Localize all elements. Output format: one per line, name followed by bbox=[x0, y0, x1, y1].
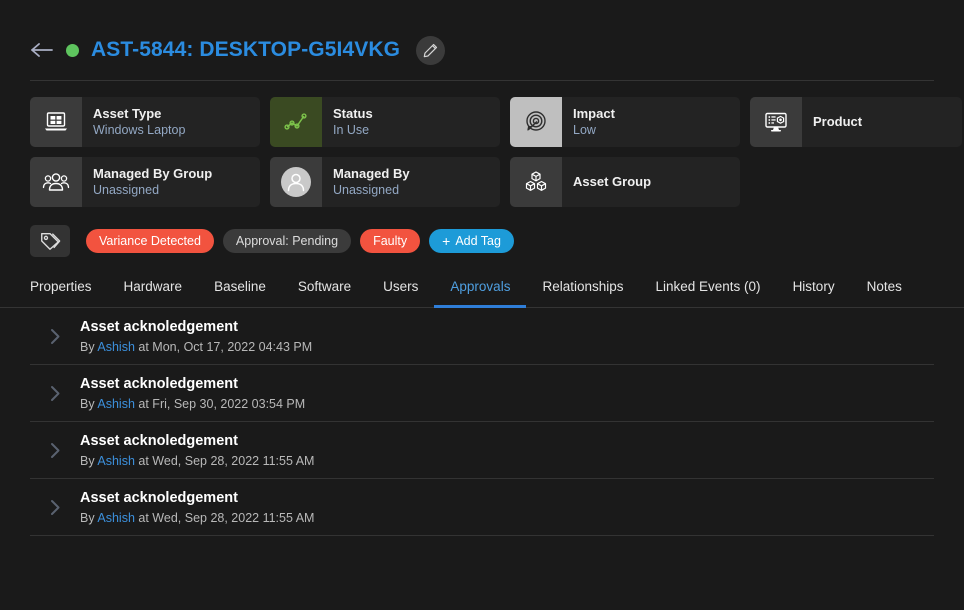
online-status-dot bbox=[66, 43, 79, 57]
approval-item-body: Asset acknoledgement By Ashish at Wed, S… bbox=[80, 489, 314, 526]
card-row-1: Asset Type Windows Laptop Status In Use … bbox=[30, 97, 962, 147]
card-impact[interactable]: Impact Low bbox=[510, 97, 740, 147]
add-tag-label: Add Tag bbox=[455, 234, 501, 248]
approval-meta: By Ashish at Wed, Sep 28, 2022 11:55 AM bbox=[80, 453, 314, 469]
approval-title: Asset acknoledgement bbox=[80, 432, 238, 449]
card-label: Managed By Group bbox=[93, 166, 213, 181]
tag-icon bbox=[30, 225, 70, 257]
tag-variance-detected[interactable]: Variance Detected bbox=[86, 229, 214, 253]
card-asset-group[interactable]: Asset Group bbox=[510, 157, 740, 207]
cubes-icon bbox=[510, 157, 562, 207]
approval-timestamp: at Fri, Sep 30, 2022 03:54 PM bbox=[138, 396, 306, 411]
card-label: Status bbox=[333, 106, 373, 121]
tab-relationships[interactable]: Relationships bbox=[526, 279, 639, 308]
approval-author[interactable]: Ashish bbox=[97, 340, 135, 354]
laptop-icon bbox=[30, 97, 82, 147]
by-prefix: By bbox=[80, 339, 95, 354]
card-asset-type-body: Asset Type Windows Laptop bbox=[82, 97, 185, 147]
card-asset-group-body: Asset Group bbox=[562, 157, 651, 207]
by-prefix: By bbox=[80, 396, 95, 411]
card-label: Asset Group bbox=[573, 174, 652, 189]
tab-linked-events[interactable]: Linked Events (0) bbox=[640, 279, 777, 308]
approval-author[interactable]: Ashish bbox=[97, 511, 135, 525]
card-value: Windows Laptop bbox=[93, 123, 186, 137]
table-row[interactable]: Asset acknoledgement By Ashish at Fri, S… bbox=[30, 365, 934, 422]
table-row[interactable]: Asset acknoledgement By Ashish at Wed, S… bbox=[30, 479, 934, 536]
card-status-body: Status In Use bbox=[322, 97, 373, 147]
table-row[interactable]: Asset acknoledgement By Ashish at Wed, S… bbox=[30, 422, 934, 479]
approval-item-body: Asset acknoledgement By Ashish at Mon, O… bbox=[80, 318, 312, 355]
approval-timestamp: at Wed, Sep 28, 2022 11:55 AM bbox=[138, 453, 315, 468]
approval-title: Asset acknoledgement bbox=[80, 489, 238, 506]
page-header: AST-5844: DESKTOP-G5I4VKG bbox=[0, 0, 964, 72]
card-value: Unassigned bbox=[93, 183, 160, 197]
card-status[interactable]: Status In Use bbox=[270, 97, 500, 147]
target-arrow-icon bbox=[510, 97, 562, 147]
card-managed-by-group[interactable]: Managed By Group Unassigned bbox=[30, 157, 260, 207]
approval-item-body: Asset acknoledgement By Ashish at Wed, S… bbox=[80, 432, 314, 469]
card-product-body: Product bbox=[802, 97, 862, 147]
chevron-right-icon[interactable] bbox=[30, 328, 80, 345]
approval-timestamp: at Wed, Sep 28, 2022 11:55 AM bbox=[138, 510, 315, 525]
card-row-2: Managed By Group Unassigned Managed By U… bbox=[30, 157, 934, 207]
pencil-icon[interactable] bbox=[416, 35, 446, 65]
card-product[interactable]: Product bbox=[750, 97, 962, 147]
card-label: Product bbox=[813, 114, 863, 129]
by-prefix: By bbox=[80, 453, 95, 468]
add-tag-button[interactable]: + Add Tag bbox=[429, 229, 514, 253]
plus-icon: + bbox=[442, 233, 451, 249]
tab-software[interactable]: Software bbox=[282, 279, 367, 308]
tab-approvals[interactable]: Approvals bbox=[434, 279, 527, 308]
tab-properties[interactable]: Properties bbox=[30, 279, 108, 308]
card-asset-type[interactable]: Asset Type Windows Laptop bbox=[30, 97, 260, 147]
tags-row: Variance Detected Approval: Pending Faul… bbox=[0, 207, 964, 257]
card-managed-by-body: Managed By Unassigned bbox=[322, 157, 410, 207]
card-value: Low bbox=[573, 123, 596, 137]
approval-author[interactable]: Ashish bbox=[97, 454, 135, 468]
card-value: In Use bbox=[333, 123, 370, 137]
product-monitor-icon bbox=[750, 97, 802, 147]
approval-meta: By Ashish at Wed, Sep 28, 2022 11:55 AM bbox=[80, 510, 314, 526]
tag-faulty[interactable]: Faulty bbox=[360, 229, 421, 253]
card-label: Asset Type bbox=[93, 106, 162, 121]
card-managed-by-group-body: Managed By Group Unassigned bbox=[82, 157, 212, 207]
back-arrow-icon[interactable] bbox=[30, 38, 54, 62]
tab-baseline[interactable]: Baseline bbox=[198, 279, 282, 308]
chevron-right-icon[interactable] bbox=[30, 499, 80, 516]
approval-item-body: Asset acknoledgement By Ashish at Fri, S… bbox=[80, 375, 305, 412]
page-title: AST-5844: DESKTOP-G5I4VKG bbox=[91, 38, 401, 61]
tab-history[interactable]: History bbox=[777, 279, 851, 308]
tab-notes[interactable]: Notes bbox=[851, 279, 918, 308]
user-avatar-icon bbox=[270, 157, 322, 207]
by-prefix: By bbox=[80, 510, 95, 525]
chevron-right-icon[interactable] bbox=[30, 442, 80, 459]
approval-timestamp: at Mon, Oct 17, 2022 04:43 PM bbox=[138, 339, 313, 354]
approval-title: Asset acknoledgement bbox=[80, 375, 238, 392]
asset-detail-page: AST-5844: DESKTOP-G5I4VKG Asset Type Win… bbox=[0, 0, 964, 610]
card-label: Impact bbox=[573, 106, 615, 121]
line-chart-icon bbox=[270, 97, 322, 147]
people-group-icon bbox=[30, 157, 82, 207]
tab-bar: Properties Hardware Baseline Software Us… bbox=[0, 257, 964, 308]
chevron-right-icon[interactable] bbox=[30, 385, 80, 402]
card-managed-by[interactable]: Managed By Unassigned bbox=[270, 157, 500, 207]
approval-meta: By Ashish at Fri, Sep 30, 2022 03:54 PM bbox=[80, 396, 305, 412]
tab-users[interactable]: Users bbox=[367, 279, 434, 308]
asset-info-cards: Asset Type Windows Laptop Status In Use … bbox=[0, 81, 964, 207]
table-row[interactable]: Asset acknoledgement By Ashish at Mon, O… bbox=[30, 308, 934, 365]
card-label: Managed By bbox=[333, 166, 410, 181]
card-value: Unassigned bbox=[333, 183, 400, 197]
tab-hardware[interactable]: Hardware bbox=[108, 279, 199, 308]
card-impact-body: Impact Low bbox=[562, 97, 615, 147]
approval-title: Asset acknoledgement bbox=[80, 318, 238, 335]
approval-meta: By Ashish at Mon, Oct 17, 2022 04:43 PM bbox=[80, 339, 312, 355]
tab-bar-inner: Properties Hardware Baseline Software Us… bbox=[30, 279, 934, 308]
tag-approval-pending[interactable]: Approval: Pending bbox=[222, 229, 352, 253]
approvals-list: Asset acknoledgement By Ashish at Mon, O… bbox=[0, 308, 964, 536]
approval-author[interactable]: Ashish bbox=[97, 397, 135, 411]
